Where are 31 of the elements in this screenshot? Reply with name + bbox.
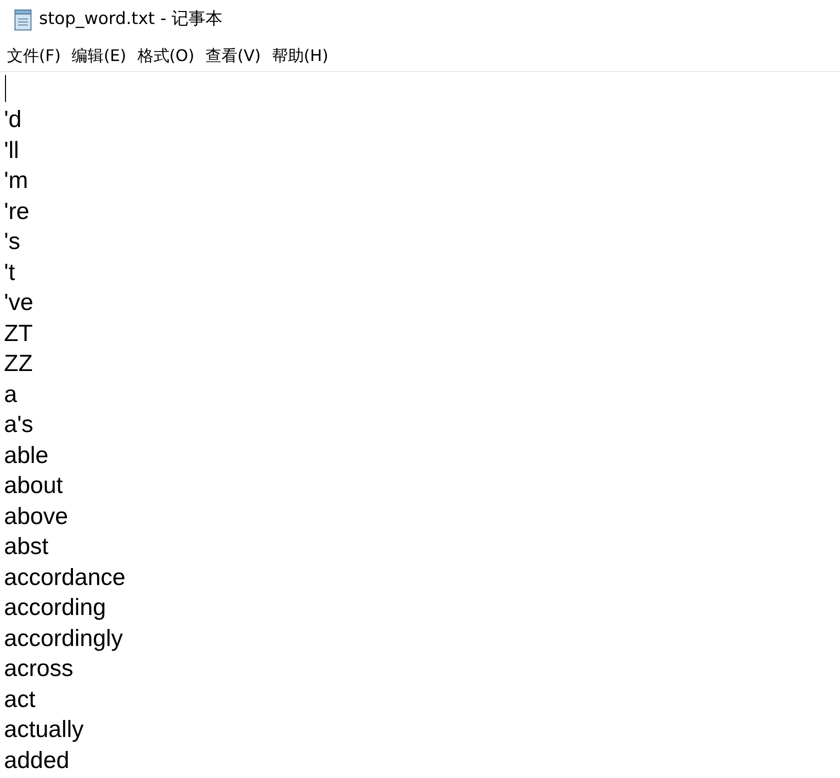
text-line: accordingly — [4, 624, 123, 650]
text-line: ZT — [4, 320, 33, 346]
text-line: 's — [4, 228, 20, 254]
text-line: above — [4, 502, 68, 528]
text-line: able — [4, 442, 48, 468]
text-line: 'd — [4, 106, 22, 132]
text-caret — [5, 75, 6, 102]
menu-item[interactable]: 编辑(E) — [66, 40, 132, 72]
text-line: 't — [4, 258, 16, 284]
text-line: 'm — [4, 167, 28, 193]
menu-item[interactable]: 格式(O) — [132, 40, 200, 72]
text-line: according — [4, 594, 106, 620]
notepad-icon — [13, 9, 33, 31]
text-line: about — [4, 472, 63, 498]
text-line: a — [4, 380, 18, 406]
text-line: actually — [4, 716, 84, 742]
text-line: added — [4, 746, 70, 772]
text-line: accordance — [4, 564, 126, 590]
text-line: ZZ — [4, 350, 33, 376]
text-area[interactable]: 'd 'll 'm 're 's 't 've ZT ZZ a a's able about above abst accordance according accordingly across act actually added — [0, 72, 840, 775]
text-line: across — [4, 655, 74, 681]
text-line: act — [4, 686, 36, 712]
text-line: 're — [4, 198, 30, 224]
menu-item[interactable]: 帮助(H) — [266, 40, 334, 72]
text-line: a's — [4, 411, 34, 437]
text-line: abst — [4, 533, 48, 559]
window-title: stop_word.txt - 记事本 — [39, 8, 223, 32]
text-line: 'll — [4, 136, 19, 162]
menu-item[interactable]: 查看(V) — [200, 40, 267, 72]
text-line: 've — [4, 289, 34, 315]
menu-item[interactable]: 文件(F) — [2, 40, 67, 72]
